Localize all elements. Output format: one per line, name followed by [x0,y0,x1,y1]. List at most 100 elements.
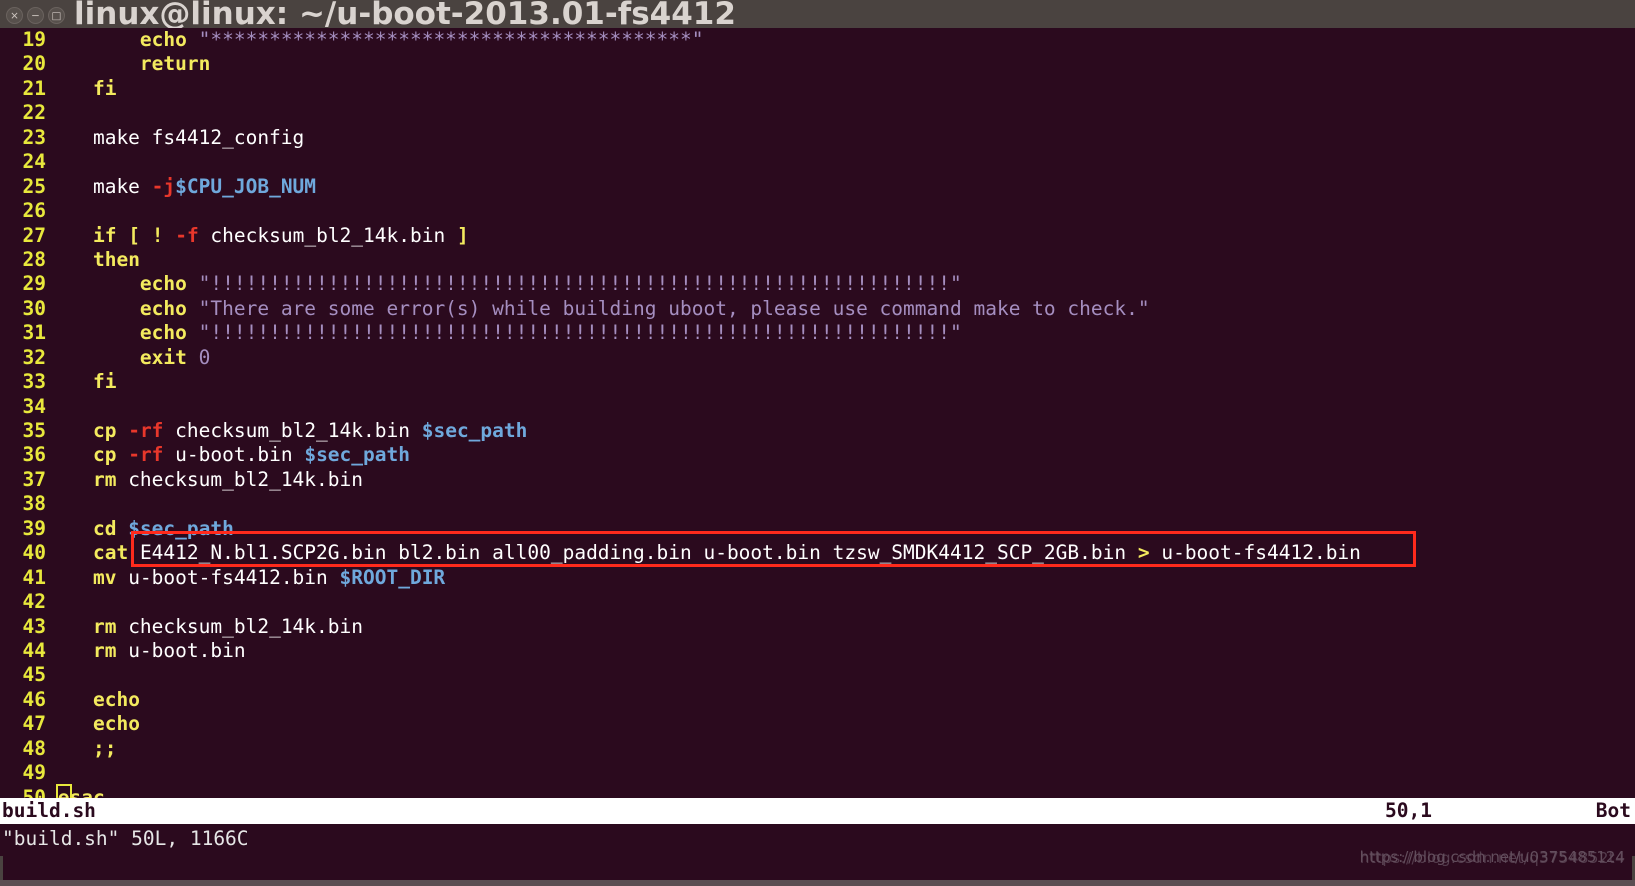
code-line[interactable]: 45 [0,663,1635,687]
code-line[interactable]: 34 [0,395,1635,419]
code-line[interactable]: 20 return [0,52,1635,76]
code-line[interactable]: 19 echo "*******************************… [0,28,1635,52]
code-line[interactable]: 24 [0,150,1635,174]
line-number: 32 [22,345,46,369]
line-number: 36 [22,443,46,467]
code-token: -j [151,174,176,198]
code-line[interactable]: 40 cat E4412_N.bl1.SCP2G.bin bl2.bin all… [0,541,1635,565]
code-line[interactable]: 46 echo [0,688,1635,712]
line-number: 23 [22,125,46,149]
code-line[interactable]: 38 [0,492,1635,516]
code-token: -f [175,223,199,247]
watermark: https://blog.csdn.net/u0375485124 https:… [1360,848,1625,867]
code-line[interactable]: 44 rm u-boot.bin [0,639,1635,663]
code-token: "!!!!!!!!!!!!!!!!!!!!!!!!!!!!!!!!!!!!!!!… [198,272,962,296]
code-token: ;; [92,736,117,760]
code-line[interactable]: 31 echo "!!!!!!!!!!!!!!!!!!!!!!!!!!!!!!!… [0,321,1635,345]
code-token: checksum_bl2_14k.bin [116,614,363,638]
code-token: E4412_N.bl1.SCP2G.bin bl2.bin all00_padd… [128,541,1138,565]
code-token: "!!!!!!!!!!!!!!!!!!!!!!!!!!!!!!!!!!!!!!!… [198,321,962,345]
code-line[interactable]: 29 echo "!!!!!!!!!!!!!!!!!!!!!!!!!!!!!!!… [0,272,1635,296]
line-number: 46 [22,687,46,711]
code-line[interactable]: 33 fi [0,370,1635,394]
line-content: exit 0 [46,346,210,369]
code-line[interactable]: 43 rm checksum_bl2_14k.bin [0,615,1635,639]
code-line[interactable]: 23 make fs4412_config [0,126,1635,150]
code-token: -rf [128,419,164,442]
line-number: 27 [22,223,46,247]
code-token: "***************************************… [198,28,704,51]
code-line[interactable]: 27 if [ ! -f checksum_bl2_14k.bin ] [0,224,1635,248]
code-line[interactable]: 28 then [0,248,1635,272]
code-line[interactable]: 41 mv u-boot-fs4412.bin $ROOT_DIR [0,566,1635,590]
code-token: > [1137,541,1150,565]
line-number: 48 [22,736,46,760]
line-number: 42 [22,590,46,614]
close-glyph: × [10,9,19,22]
code-token: ! [151,223,164,247]
code-line[interactable]: 22 [0,101,1635,125]
statusline-cursor-position: 50,1 [1385,799,1432,822]
line-content: fi [46,77,116,100]
code-line[interactable]: 26 [0,199,1635,223]
line-number: 28 [22,247,46,271]
line-number: 30 [22,296,46,320]
code-token: rm [92,614,117,638]
code-token: exit [139,345,187,369]
code-line[interactable]: 42 [0,590,1635,614]
code-token: echo [92,712,140,736]
code-token: echo [139,272,187,296]
code-line[interactable]: 30 echo "There are some error(s) while b… [0,297,1635,321]
vim-buffer[interactable]: 19 echo "*******************************… [0,28,1635,811]
line-content: make -j$CPU_JOB_NUM [46,175,316,198]
code-line[interactable]: 48 ;; [0,737,1635,761]
code-line[interactable]: 47 echo [0,712,1635,736]
line-number: 47 [22,712,46,736]
code-line[interactable]: 32 exit 0 [0,346,1635,370]
code-line[interactable]: 36 cp -rf u-boot.bin $sec_path [0,443,1635,467]
code-token: return [139,52,211,76]
code-token: checksum_bl2_14k.bin [163,419,422,442]
code-line[interactable]: 49 [0,761,1635,785]
line-content: if [ ! -f checksum_bl2_14k.bin ] [46,224,469,247]
line-content: cp -rf checksum_bl2_14k.bin $sec_path [46,419,527,442]
window-titlebar: × − □ linux@linux: ~/u-boot-2013.01-fs44… [0,0,1635,30]
code-token: $ROOT_DIR [339,565,446,589]
line-number: 21 [22,76,46,100]
line-number: 26 [22,199,46,223]
close-icon[interactable]: × [6,7,23,24]
window-border-bottom [0,880,1635,886]
line-content: cat E4412_N.bl1.SCP2G.bin bl2.bin all00_… [46,541,1361,564]
code-line[interactable]: 39 cd $sec_path [0,517,1635,541]
maximize-icon[interactable]: □ [48,7,65,24]
terminal-window: × − □ linux@linux: ~/u-boot-2013.01-fs44… [0,0,1635,886]
code-line[interactable]: 35 cp -rf checksum_bl2_14k.bin $sec_path [0,419,1635,443]
line-content: ;; [46,737,116,760]
code-line[interactable]: 25 make -j$CPU_JOB_NUM [0,175,1635,199]
code-token: checksum_bl2_14k.bin [198,223,457,247]
code-token: 0 [198,345,211,369]
minimize-icon[interactable]: − [27,7,44,24]
code-token: rm [92,467,117,491]
line-number: 24 [22,150,46,174]
code-token: $CPU_JOB_NUM [175,174,317,198]
code-line[interactable]: 37 rm checksum_bl2_14k.bin [0,468,1635,492]
maximize-glyph: □ [51,9,62,22]
code-line[interactable]: 21 fi [0,77,1635,101]
code-token: cp [92,443,117,467]
